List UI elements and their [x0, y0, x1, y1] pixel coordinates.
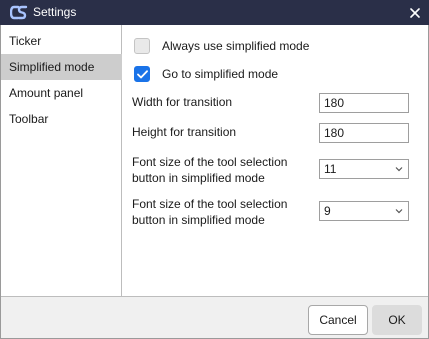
font-size-select-2[interactable]: 9 [319, 201, 409, 221]
sidebar-item-amount-panel[interactable]: Amount panel [1, 80, 122, 106]
font-size-tool-button-label-1: Font size of the tool selection button i… [132, 154, 287, 186]
font-size-select-1[interactable]: 11 [319, 159, 409, 179]
checkbox-unchecked[interactable] [134, 38, 150, 54]
chevron-down-icon [395, 167, 403, 172]
sidebar-item-simplified-mode[interactable]: Simplified mode [1, 54, 122, 80]
checkbox-checked[interactable] [134, 66, 150, 82]
width-for-transition-label: Width for transition [132, 95, 233, 109]
always-use-simplified-checkbox[interactable]: Always use simplified mode [134, 37, 309, 55]
font-size-label-line-2: button in simplified mode [132, 171, 265, 185]
checkmark-icon [136, 69, 148, 78]
settings-sidebar: Ticker Simplified mode Amount panel Tool… [1, 25, 122, 296]
font-size-label-line-1: Font size of the tool selection [132, 197, 288, 211]
app-logo-icon [10, 5, 28, 20]
always-use-simplified-label: Always use simplified mode [162, 39, 310, 53]
go-to-simplified-label: Go to simplified mode [162, 67, 279, 81]
font-size-label-line-2: button in simplified mode [132, 213, 265, 227]
font-size-label-line-1: Font size of the tool selection [132, 155, 288, 169]
font-size-select-value: 9 [324, 204, 331, 218]
title-bar: Settings [0, 0, 429, 25]
cancel-button[interactable]: Cancel [308, 305, 368, 335]
font-size-select-value: 11 [324, 162, 337, 176]
dialog-footer: Cancel OK [1, 296, 428, 338]
ok-button[interactable]: OK [372, 305, 422, 335]
width-for-transition-input[interactable] [319, 93, 409, 113]
sidebar-item-ticker[interactable]: Ticker [1, 28, 122, 54]
sidebar-item-toolbar[interactable]: Toolbar [1, 106, 122, 132]
go-to-simplified-checkbox[interactable]: Go to simplified mode [134, 65, 278, 83]
height-for-transition-label: Height for transition [132, 125, 237, 139]
simplified-mode-panel: Always use simplified mode Go to simplif… [123, 25, 428, 296]
chevron-down-icon [395, 209, 403, 214]
close-icon [410, 7, 420, 18]
close-button[interactable] [401, 0, 429, 25]
font-size-tool-button-label-2: Font size of the tool selection button i… [132, 196, 287, 228]
height-for-transition-input[interactable] [319, 123, 409, 143]
window-title: Settings [33, 5, 77, 19]
